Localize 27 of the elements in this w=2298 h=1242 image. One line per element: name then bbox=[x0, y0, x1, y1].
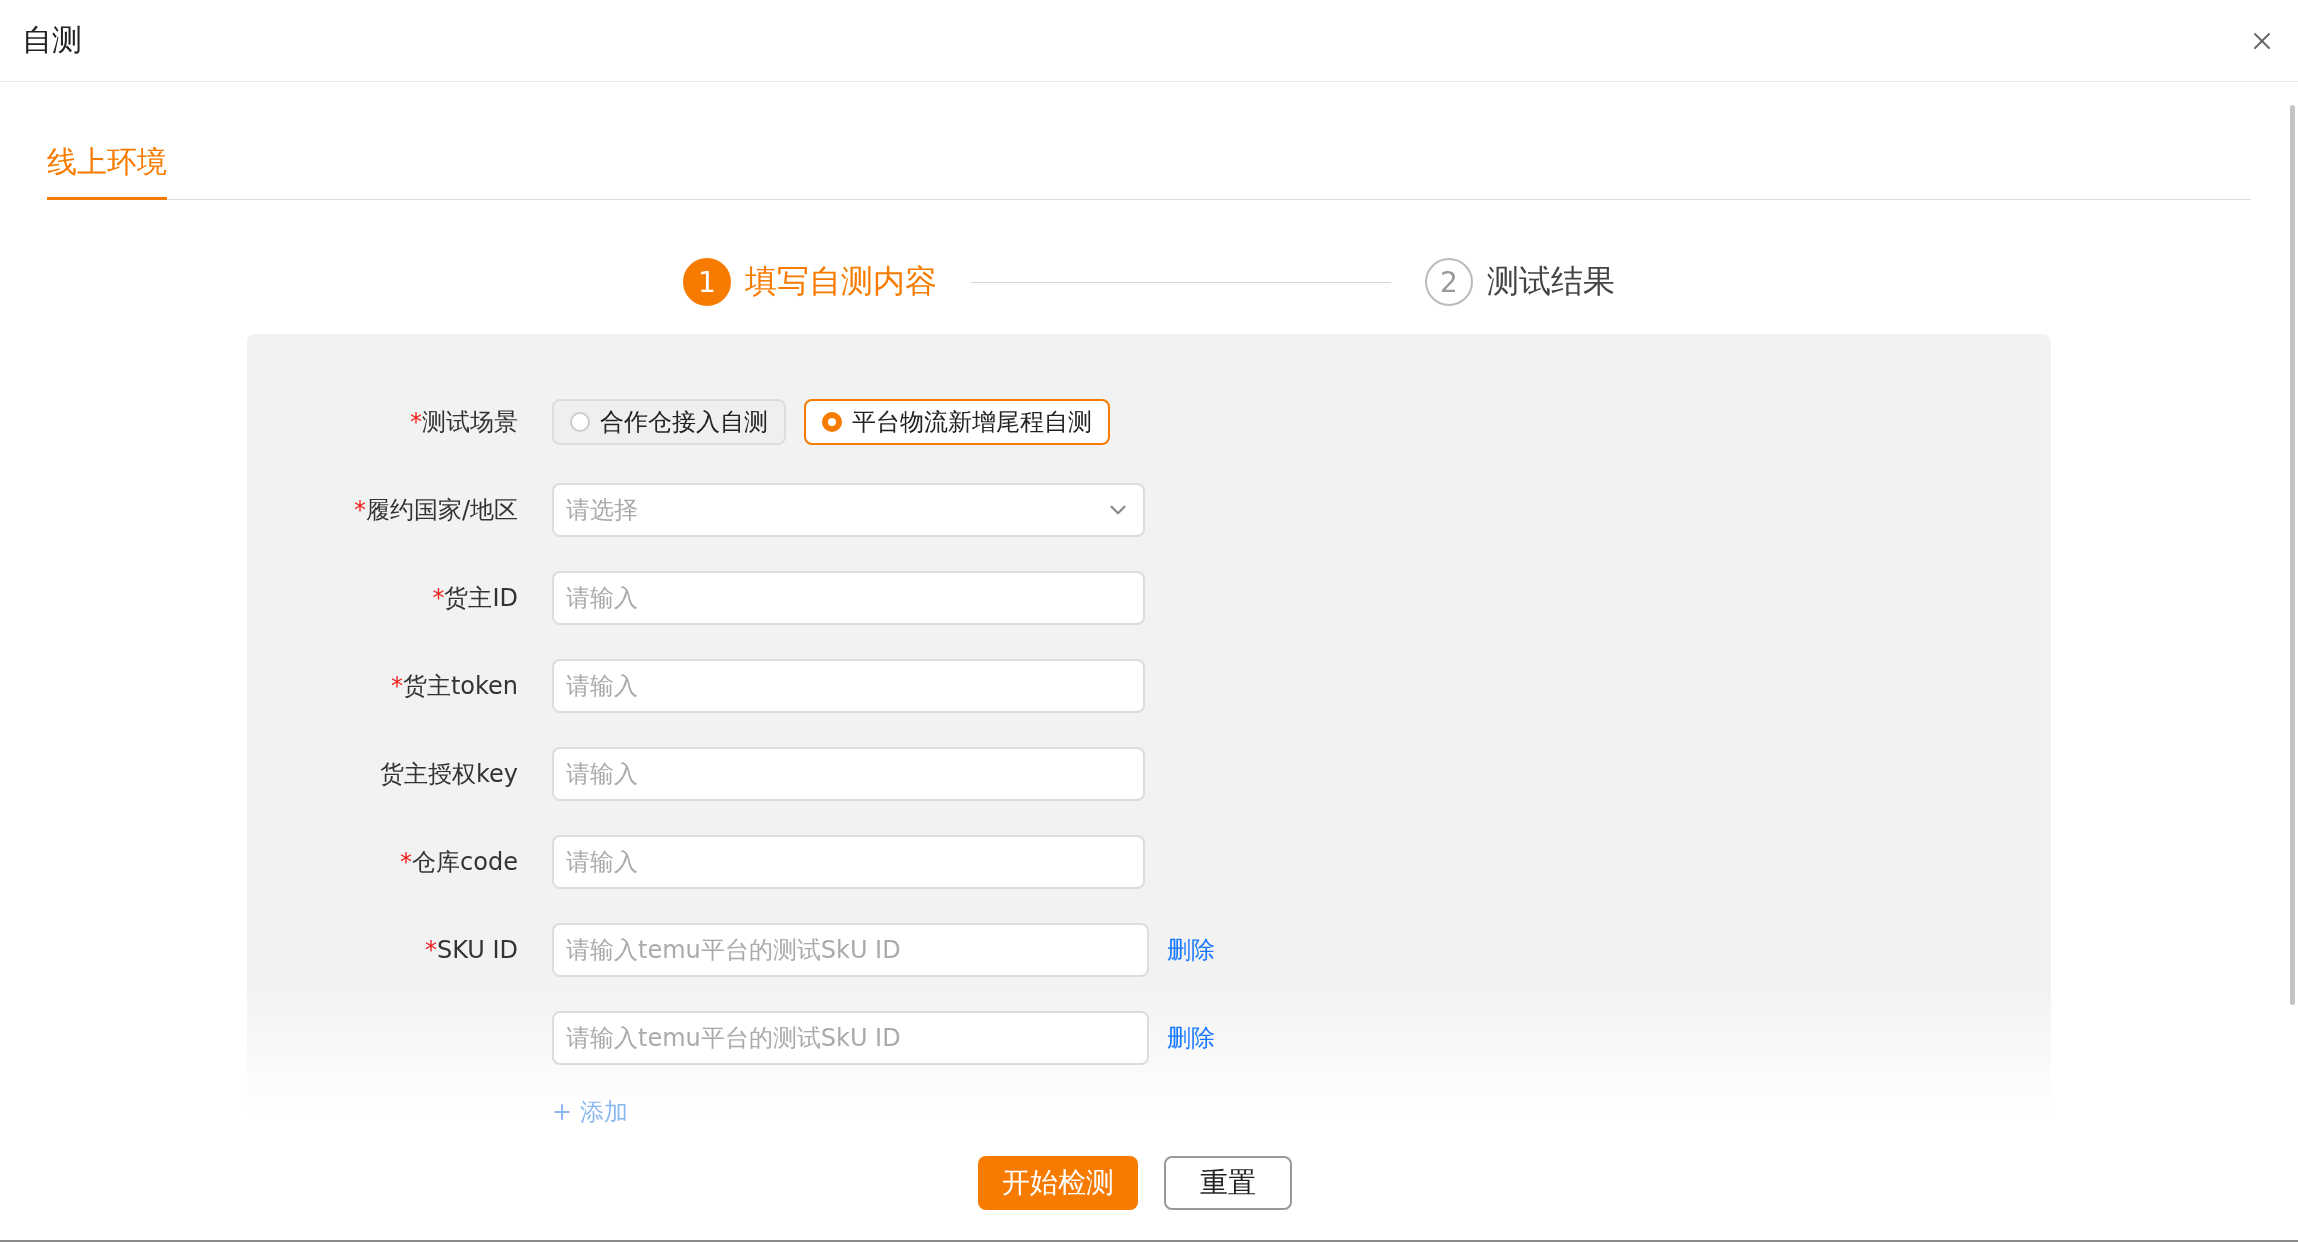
field-label: *测试场景 bbox=[409, 407, 518, 438]
step-number: 1 bbox=[683, 258, 731, 306]
input-field[interactable]: 请输入temu平台的测试SkU ID bbox=[552, 923, 1149, 977]
input-field[interactable]: 请输入 bbox=[552, 571, 1145, 625]
input-field[interactable]: 请输入temu平台的测试SkU ID bbox=[552, 1011, 1149, 1065]
dialog-title: 自测 bbox=[22, 21, 82, 59]
input-field[interactable]: 请输入 bbox=[552, 835, 1145, 889]
start-button[interactable]: 开始检测 bbox=[978, 1156, 1138, 1210]
radio-option[interactable]: 平台物流新增尾程自测 bbox=[804, 399, 1110, 445]
field-label: *仓库code bbox=[399, 847, 518, 878]
field-label: *货主ID bbox=[431, 583, 518, 614]
step-number: 2 bbox=[1425, 258, 1473, 306]
input-field[interactable]: 请输入 bbox=[552, 659, 1145, 713]
step-label: 测试结果 bbox=[1487, 261, 1615, 302]
input-field[interactable]: 请输入 bbox=[552, 747, 1145, 801]
select-field[interactable]: 请选择 bbox=[552, 483, 1145, 537]
delete-link[interactable]: 删除 bbox=[1167, 1022, 1215, 1054]
tab[interactable]: 线上环境 bbox=[47, 142, 167, 200]
field-label: 货主授权key bbox=[379, 759, 518, 790]
step-label: 填写自测内容 bbox=[745, 261, 937, 302]
radio-option[interactable]: 合作仓接入自测 bbox=[552, 399, 786, 445]
field-label: *SKU ID bbox=[423, 936, 518, 964]
delete-link[interactable]: 删除 bbox=[1167, 934, 1215, 966]
field-label: *货主token bbox=[389, 671, 518, 702]
field-label: *履约国家/地区 bbox=[352, 495, 518, 526]
reset-button[interactable]: 重置 bbox=[1164, 1156, 1292, 1210]
add-link[interactable]: + 添加 bbox=[552, 1096, 628, 1128]
